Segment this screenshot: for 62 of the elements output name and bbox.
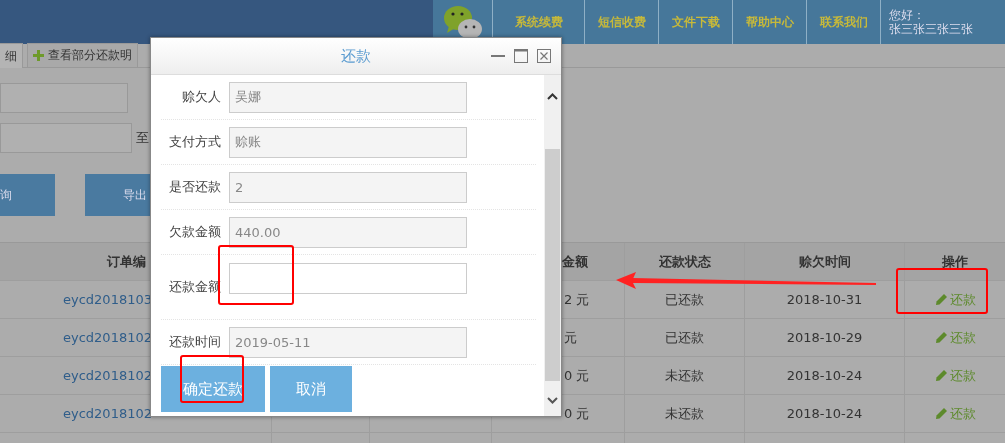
repay-link[interactable]: 还款: [934, 328, 976, 347]
input-field[interactable]: [229, 262, 467, 294]
input-field[interactable]: 赊账: [229, 126, 467, 158]
input-field[interactable]: 2019-05-11: [229, 326, 467, 358]
table-cell: 0 元: [564, 404, 590, 423]
field-label: 欠款金额: [168, 223, 221, 241]
column-header: 操作: [942, 252, 968, 271]
column-header: 还款状态: [658, 252, 711, 271]
tab[interactable]: 细: [0, 43, 23, 68]
close-icon[interactable]: [537, 49, 551, 63]
input-field[interactable]: 440.00: [229, 216, 467, 248]
tab[interactable]: 查看部分还款明: [27, 43, 138, 67]
order-link[interactable]: eycd2018102: [63, 330, 152, 345]
field-label: 赊欠人: [181, 88, 221, 106]
order-link[interactable]: eycd2018103: [63, 292, 152, 307]
input-field[interactable]: 吴娜: [229, 81, 467, 113]
field-label: 还款时间: [168, 333, 221, 351]
nav-link[interactable]: 文件下载: [658, 0, 732, 44]
repay-link[interactable]: 还款: [934, 404, 976, 423]
table-cell: 2018-10-24: [786, 368, 863, 383]
field-label: 支付方式: [168, 133, 221, 151]
table-cell: 2018-10-29: [786, 330, 863, 345]
nav-link[interactable]: 帮助中心: [732, 0, 806, 44]
input-field[interactable]: 2: [229, 171, 467, 203]
table-cell: 0 元: [564, 366, 590, 385]
repay-link[interactable]: 还款: [934, 290, 976, 309]
scroll-down-icon[interactable]: [547, 397, 558, 404]
order-link[interactable]: eycd2018102: [63, 406, 152, 421]
scrollbar[interactable]: [544, 75, 561, 416]
repay-link[interactable]: 还款: [934, 366, 976, 385]
order-link[interactable]: eycd2018102: [63, 368, 152, 383]
scroll-thumb[interactable]: [545, 149, 560, 381]
table-cell: 未还款: [665, 404, 704, 423]
greeting-text: 您好：: [889, 8, 926, 22]
pencil-icon: [934, 407, 948, 420]
column-header: 金额: [562, 252, 588, 271]
table-cell: 2018-10-24: [786, 406, 863, 421]
highlight-box: [180, 355, 244, 403]
table-cell: 未还款: [665, 366, 704, 385]
dialog-button[interactable]: 确定还款: [161, 366, 265, 412]
user-name: 张三张三张三张: [889, 22, 974, 36]
dialog-title: 还款: [341, 46, 371, 66]
toolbar-button[interactable]: 导出: [85, 174, 150, 216]
dialog-button[interactable]: 取消: [270, 366, 352, 412]
nav-link[interactable]: 联系我们: [806, 0, 880, 44]
column-header: 订单编: [107, 252, 146, 271]
table-cell: 2018-10-31: [786, 292, 863, 307]
range-separator: 至: [136, 129, 149, 147]
pencil-icon: [934, 293, 948, 306]
maximize-icon[interactable]: [514, 49, 528, 63]
pencil-icon: [934, 331, 948, 344]
scroll-up-icon[interactable]: [547, 93, 558, 100]
table-cell: 2 元: [564, 290, 590, 309]
pencil-icon: [934, 369, 948, 382]
table-cell: 已还款: [665, 328, 704, 347]
minimize-icon[interactable]: [491, 54, 505, 58]
field-label: 是否还款: [168, 178, 221, 196]
nav-link[interactable]: 短信收费: [584, 0, 658, 44]
table-cell: 已还款: [665, 290, 704, 309]
table-cell: 元: [564, 328, 577, 347]
column-header: 赊欠时间: [798, 252, 851, 271]
toolbar-button[interactable]: 询: [0, 174, 55, 216]
